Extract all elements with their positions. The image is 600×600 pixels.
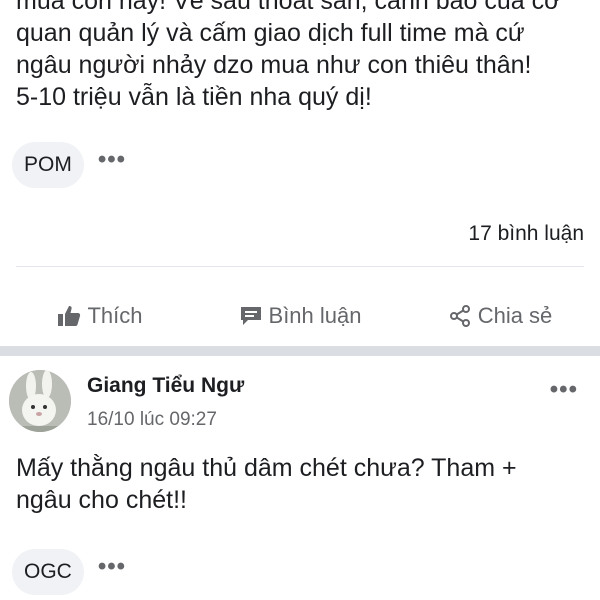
thumbs-up-icon xyxy=(58,306,81,326)
post-options-icon[interactable]: ••• xyxy=(550,376,578,404)
divider xyxy=(16,266,584,267)
avatar[interactable] xyxy=(9,370,71,432)
stock-tag-chip[interactable]: POM xyxy=(12,142,84,188)
rabbit-avatar-image xyxy=(9,370,71,432)
post-author-name[interactable]: Giang Tiểu Ngư xyxy=(87,374,244,398)
comment-label: Bình luận xyxy=(268,303,362,328)
comment-count[interactable]: 17 bình luận xyxy=(468,222,584,246)
share-button[interactable]: Chia sẻ xyxy=(400,292,600,340)
post-tag-row: OGC ••• xyxy=(12,547,126,597)
stock-tag-chip[interactable]: OGC xyxy=(12,549,84,595)
comment-bubble-icon xyxy=(240,307,261,325)
like-button[interactable]: Thích xyxy=(0,292,200,340)
post-text: mua con này! Về sau thoát sàn, cảnh báo … xyxy=(16,0,561,111)
more-dots-icon[interactable]: ••• xyxy=(98,555,126,582)
share-icon xyxy=(449,305,470,327)
post-actions-bar: Thích Bình luận Chia sẻ xyxy=(0,292,600,340)
post-separator xyxy=(0,346,600,356)
share-label: Chia sẻ xyxy=(477,303,553,328)
post-tag-row: POM ••• xyxy=(12,140,126,190)
post-timestamp[interactable]: 16/10 lúc 09:27 xyxy=(87,409,217,431)
post-text: Mấy thằng ngâu thủ dâm chét chưa? Tham +… xyxy=(16,454,517,514)
like-label: Thích xyxy=(87,303,143,328)
comment-button[interactable]: Bình luận xyxy=(200,292,400,340)
more-dots-icon[interactable]: ••• xyxy=(98,148,126,175)
